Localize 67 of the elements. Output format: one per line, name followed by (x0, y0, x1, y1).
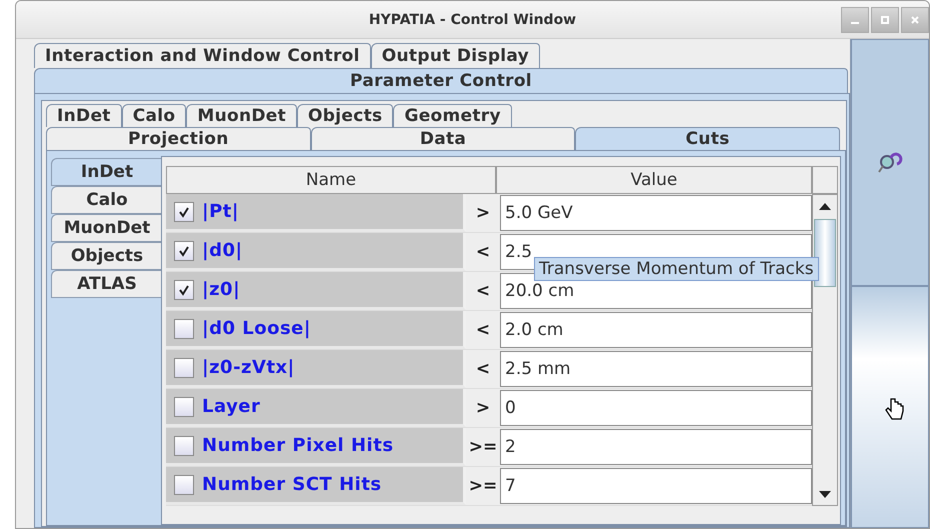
tooltip: Transverse Momentum of Tracks (534, 257, 819, 281)
close-icon (911, 16, 919, 24)
tab[interactable]: Output Display (370, 43, 540, 68)
tab[interactable]: MuonDet (186, 104, 298, 127)
down-arrow-icon (819, 490, 831, 498)
tab[interactable]: InDet (46, 104, 122, 127)
cut-name: Layer (202, 396, 260, 417)
checkbox[interactable] (174, 202, 194, 222)
cut-name: Number SCT Hits (202, 474, 382, 495)
side-tab[interactable]: MuonDet (51, 214, 162, 242)
close-button[interactable] (901, 7, 929, 33)
value-field[interactable]: 2.5 mm (500, 351, 812, 387)
cut-name: |z0| (202, 279, 240, 300)
checkmark-icon (178, 284, 190, 296)
checkbox[interactable] (174, 280, 194, 300)
checkbox[interactable] (174, 474, 194, 494)
column-header[interactable]: Name (166, 166, 496, 194)
tab[interactable]: Data (310, 127, 576, 150)
checkbox[interactable] (174, 396, 194, 416)
header-filler (812, 166, 838, 194)
operator: > (474, 202, 492, 225)
checkbox[interactable] (174, 358, 194, 378)
operator: < (474, 241, 492, 264)
tab[interactable]: Projection (46, 127, 311, 150)
checkbox[interactable] (174, 436, 194, 456)
value-field[interactable]: 2 (500, 429, 812, 465)
scrollbar[interactable] (812, 194, 838, 506)
up-arrow-icon (819, 202, 831, 210)
operator: >= (468, 475, 498, 498)
column-header[interactable]: Value (496, 166, 812, 194)
checkmark-icon (178, 244, 190, 256)
operator: >= (468, 436, 498, 459)
side-tab[interactable]: Objects (51, 242, 162, 270)
value-field[interactable]: 7 (500, 468, 812, 504)
cut-name: |d0| (202, 240, 243, 261)
operator: > (474, 397, 492, 420)
side-tab[interactable]: ATLAS (51, 270, 162, 298)
tab[interactable]: Parameter Control (34, 68, 848, 93)
side-tab[interactable]: InDet (51, 158, 162, 186)
magnifier-icon (877, 150, 903, 176)
maximize-button[interactable] (871, 7, 899, 33)
cut-name: Number Pixel Hits (202, 435, 394, 456)
checkbox[interactable] (174, 240, 194, 260)
tab[interactable]: Objects (297, 104, 394, 127)
tab[interactable]: Geometry (393, 104, 512, 127)
operator: < (474, 280, 492, 303)
tab[interactable]: Interaction and Window Control (34, 43, 371, 68)
tool-button[interactable] (851, 39, 929, 286)
value-field[interactable]: 0 (500, 390, 812, 426)
minimize-button[interactable] (841, 7, 869, 33)
operator: < (474, 358, 492, 381)
tool-button[interactable] (851, 286, 929, 528)
window-title: HYPATIA - Control Window (368, 12, 576, 28)
operator: < (474, 319, 492, 342)
cut-name: |d0 Loose| (202, 318, 311, 339)
hand-cursor-icon (884, 397, 904, 421)
value-field[interactable]: 2.0 cm (500, 312, 812, 348)
scrollbar-thumb[interactable] (814, 219, 836, 287)
maximize-icon (881, 16, 889, 24)
cut-name: |z0-zVtx| (202, 357, 295, 378)
checkbox[interactable] (174, 318, 194, 338)
side-tab[interactable]: Calo (51, 186, 162, 214)
tab[interactable]: Cuts (575, 127, 840, 150)
tab[interactable]: Calo (122, 104, 186, 127)
checkmark-icon (178, 206, 190, 218)
cut-name: |Pt| (202, 201, 239, 222)
value-field[interactable]: 5.0 GeV (500, 195, 812, 231)
